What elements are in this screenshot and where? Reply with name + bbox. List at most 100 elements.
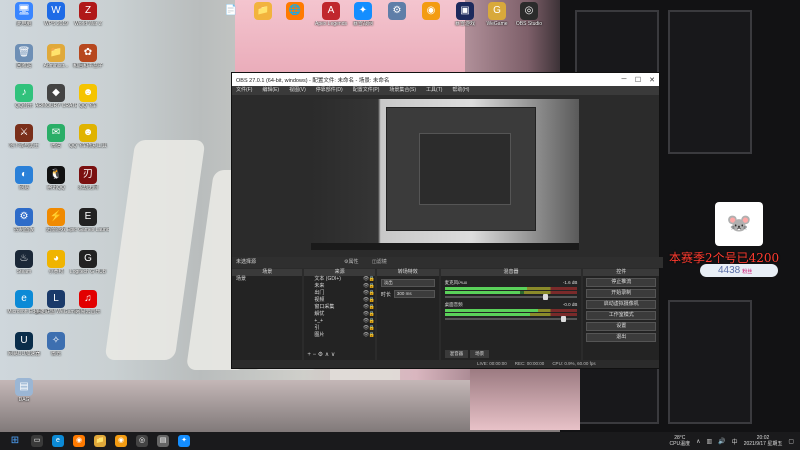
lock-icon[interactable]: 🔒	[369, 304, 375, 311]
explorer-icon[interactable]: 📁	[94, 435, 106, 447]
mixer-dock-title: 混音器	[440, 269, 582, 276]
ime-icon[interactable]: 中	[732, 437, 738, 446]
menu-item[interactable]: 工具(T)	[426, 86, 442, 95]
menu-item[interactable]: 视图(V)	[289, 86, 306, 95]
file-icon: ▤	[15, 378, 33, 396]
desktop-icon[interactable]: ☻ QQ飞车修复工具	[67, 124, 109, 149]
menu-item[interactable]: 停靠部件(D)	[316, 86, 343, 95]
qqspeed-tool-icon: ☻	[79, 124, 97, 142]
control-button[interactable]: 开始录制	[586, 289, 656, 298]
desktop-icon-label: 微光	[50, 351, 61, 357]
chevron-up-icon[interactable]: ∧	[696, 438, 700, 445]
control-button[interactable]: 工作室模式	[586, 311, 656, 320]
source-label: +_+	[314, 318, 324, 324]
source-item[interactable]: 图片 👁 🔒	[304, 332, 375, 339]
source-add-icon[interactable]: + − ⚙ ∧ ∨	[307, 351, 335, 358]
taskview-icon[interactable]: ▭	[31, 435, 43, 447]
source-toolbar: 未选择源 ⚙属性 ◫滤镜	[232, 257, 663, 268]
menu-item[interactable]: 场景集合(S)	[389, 86, 416, 95]
desktop-icon[interactable]: ◎ OBS Studio	[508, 2, 550, 27]
scene-item[interactable]: 场景	[232, 276, 302, 283]
browser-icon[interactable]: ◉	[73, 435, 85, 447]
desktop-icon-label: Logitech G HUB	[69, 269, 107, 275]
filters-button[interactable]: ◫滤镜	[372, 257, 387, 268]
source-item[interactable]: 出门 👁 🔒	[304, 290, 375, 297]
lock-icon[interactable]: 🔒	[369, 290, 375, 297]
controls-dock: 控件 停止推流 开始录制 启动虚拟摄像机 工作室模式 设置 退出	[583, 269, 659, 360]
windows-start-icon[interactable]: ⊞	[8, 435, 22, 447]
battlenet-icon: ✦	[354, 2, 372, 20]
desktop-icon[interactable]: EEpic Games Launcher	[67, 208, 109, 233]
transitions-dock-title: 转场特效	[376, 269, 439, 276]
notification-icon[interactable]: ▢	[788, 438, 794, 445]
transition-select[interactable]: 淡出	[380, 279, 435, 287]
duration-input[interactable]: 300 ms	[393, 290, 435, 298]
source-item[interactable]: 文本 (GDI+) 👁 🔒	[304, 276, 375, 283]
desktop-icon[interactable]: ✿ 和后和平盒子	[67, 44, 109, 69]
lock-icon[interactable]: 🔒	[369, 283, 375, 290]
source-item[interactable]: 窗口采集 👁 🔒	[304, 304, 375, 311]
source-item[interactable]: 视频 👁 🔒	[304, 297, 375, 304]
wechat-icon: ✉	[47, 124, 65, 142]
obs-icon[interactable]: ◎	[136, 435, 148, 447]
properties-button[interactable]: ⚙属性	[344, 257, 358, 268]
desktop-icon[interactable]: ✧ 微光	[35, 332, 77, 357]
game-icon: ▣	[456, 2, 474, 20]
channel-db: -0.0 dB	[562, 302, 578, 307]
lock-icon[interactable]: 🔒	[369, 276, 375, 283]
maximize-icon[interactable]: ☐	[631, 76, 645, 84]
source-item[interactable]: 引 👁 🔒	[304, 325, 375, 332]
source-item[interactable]: 解忧 👁 🔒	[304, 311, 375, 318]
volume-meter	[444, 313, 578, 316]
volume-slider[interactable]	[444, 316, 578, 322]
network-icon[interactable]: ▥	[707, 438, 713, 445]
lock-icon[interactable]: 🔒	[369, 311, 375, 318]
control-button[interactable]: 启动虚拟摄像机	[586, 300, 656, 309]
clock[interactable]: 20:02 2021/9/17 星期五	[744, 435, 783, 447]
mixer-tab[interactable]: 场景	[470, 350, 490, 358]
overwatch-icon[interactable]: ◉	[115, 435, 127, 447]
menu-item[interactable]: 编辑(E)	[262, 86, 279, 95]
obs-window-title: OBS 27.0.1 (64-bit, windows) - 配置文件: 未命名…	[236, 77, 390, 84]
volume-slider[interactable]	[444, 294, 578, 300]
desktop-icon-label: DAG	[18, 397, 30, 403]
minimize-icon[interactable]: ─	[617, 76, 631, 83]
obs-preview[interactable]	[311, 99, 579, 250]
desktop-icon[interactable]: Z World War Z	[67, 2, 109, 27]
source-label: 解忧	[314, 311, 325, 317]
obs-title-bar[interactable]: OBS 27.0.1 (64-bit, windows) - 配置文件: 未命名…	[232, 73, 659, 86]
lock-icon[interactable]: 🔒	[369, 332, 375, 339]
epic-icon: E	[79, 208, 97, 226]
volume-icon[interactable]: 🔊	[718, 438, 725, 445]
lock-icon[interactable]: 🔒	[369, 297, 375, 304]
app-icon[interactable]: ▤	[157, 435, 169, 447]
control-button[interactable]: 设置	[586, 322, 656, 331]
temperature-widget[interactable]: 28°C CPU温度	[670, 435, 691, 447]
source-item[interactable]: 未来 👁 🔒	[304, 283, 375, 290]
fan-count: 4438	[718, 265, 741, 276]
wps-icon: W	[47, 2, 65, 20]
close-icon[interactable]: ✕	[645, 76, 659, 84]
lock-icon[interactable]: 🔒	[369, 325, 375, 332]
obs-window[interactable]: OBS 27.0.1 (64-bit, windows) - 配置文件: 未命名…	[231, 72, 663, 369]
desktop-icon[interactable]: G Logitech G HUB	[67, 250, 109, 275]
armoury-icon: ◆	[47, 84, 65, 102]
desktop-icon[interactable]: ▤ DAG	[3, 378, 45, 403]
edge-icon[interactable]: e	[52, 435, 64, 447]
folder-icon: 📁	[254, 2, 272, 20]
menu-item[interactable]: 文件(F)	[236, 86, 252, 95]
desktop-icon[interactable]: 刃永劫无间	[67, 166, 109, 191]
wegame-icon: G	[488, 2, 506, 20]
control-button[interactable]: 退出	[586, 333, 656, 342]
lock-icon[interactable]: 🔒	[369, 318, 375, 325]
mixer-tab[interactable]: 混音器	[444, 350, 469, 358]
uu-icon: U	[15, 332, 33, 350]
menu-item[interactable]: 帮助(H)	[452, 86, 469, 95]
battlenet-icon[interactable]: ✦	[178, 435, 190, 447]
desktop-icon[interactable]: ♫ 网易云音乐	[67, 290, 109, 315]
source-item[interactable]: +_+ 👁 🔒	[304, 318, 375, 325]
control-button[interactable]: 停止推流	[586, 278, 656, 287]
menu-item[interactable]: 配置文件(P)	[353, 86, 380, 95]
channel-name: 麦克风/Aux	[444, 280, 468, 285]
desktop-icon[interactable]: ☻ QQ飞车	[67, 84, 109, 109]
